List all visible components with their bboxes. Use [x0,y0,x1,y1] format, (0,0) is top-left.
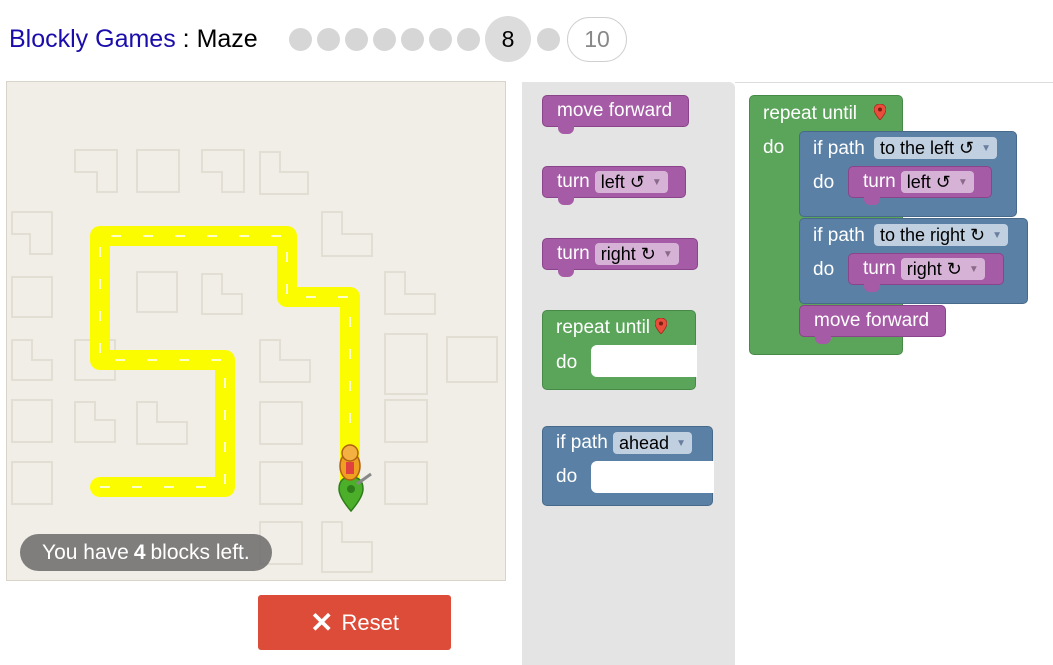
dropdown-value: to the right ↻ [880,224,986,245]
do-label: do [556,466,578,487]
capacity-suffix: blocks left. [150,540,250,564]
dropdown-value: right ↻ [906,258,962,279]
toolbox-repeat-until-block[interactable]: repeat until do [542,310,697,390]
level-dot-2[interactable] [317,27,340,51]
current-level-badge: 8 [485,16,531,62]
turn-label: turn [557,171,590,192]
maze-background-tiles [11,149,498,573]
workspace-turn-right-block[interactable]: turn right ↻ ▼ [848,253,1004,292]
do-label: do [763,137,785,158]
if-path-label: if path [813,225,865,246]
level-dot-4[interactable] [373,27,396,51]
turn-right-dropdown[interactable]: right ↻ ▼ [594,243,679,265]
blocks-left-bubble: You have 4 blocks left. [20,534,272,571]
level-selector: 8 10 [289,16,627,62]
pegman-icon [339,444,361,481]
dropdown-value: left ↺ [600,171,645,192]
if-path-direction-dropdown[interactable]: to the right ↻ ▼ [874,224,1009,246]
move-forward-label: move forward [557,100,673,121]
do-label: do [813,259,835,280]
level-dot-9[interactable] [537,27,560,51]
workspace-top-border [735,82,1053,83]
if-path-direction-dropdown[interactable]: to the left ↺ ▼ [874,137,998,159]
workspace-move-forward-block[interactable]: move forward [799,305,946,344]
dropdown-value: left ↺ [906,171,951,192]
turn-label: turn [863,258,896,279]
turn-label: turn [863,171,896,192]
dropdown-arrow-icon: ▼ [651,176,662,188]
turn-right-dropdown[interactable]: right ↻ ▼ [900,258,985,280]
level-dot-6[interactable] [429,27,452,51]
turn-left-dropdown[interactable]: left ↺ ▼ [900,171,974,193]
toolbox-turn-right-block[interactable]: turn right ↻ ▼ [542,238,698,277]
title-separator: : [175,24,197,53]
if-path-label: if path [556,432,608,453]
maze-svg [11,149,498,573]
dropdown-arrow-icon: ▼ [992,229,1003,241]
do-label: do [556,352,578,373]
toolbox-move-forward-block[interactable]: move forward [542,95,689,134]
dropdown-arrow-icon: ▼ [676,437,686,449]
toolbox-turn-left-block[interactable]: turn left ↺ ▼ [542,166,686,205]
dropdown-arrow-icon: ▼ [957,176,968,188]
dropdown-arrow-icon: ▼ [662,248,673,260]
capacity-prefix: You have [42,540,129,564]
reset-button[interactable]: ✕ Reset [258,595,451,650]
game-name: Maze [196,24,258,53]
level-dot-5[interactable] [401,27,424,51]
do-label: do [813,172,835,193]
capacity-count: 4 [133,540,146,564]
turn-left-dropdown[interactable]: left ↺ ▼ [594,171,668,193]
level-dot-1[interactable] [289,27,312,51]
page-title: Blockly Games : Maze [9,25,258,54]
dropdown-arrow-icon: ▼ [968,263,979,275]
statement-slot [591,345,697,377]
pin-icon [655,318,667,334]
reset-label: Reset [341,609,399,635]
level-dot-3[interactable] [345,27,368,51]
dropdown-arrow-icon: ▼ [981,142,992,154]
header: Blockly Games : Maze [9,16,258,62]
dropdown-value: right ↻ [600,243,656,264]
dropdown-value: ahead [619,432,670,453]
toolbox-if-path-block[interactable]: if path ahead ▼ do [542,426,714,506]
app-link[interactable]: Blockly Games [9,25,176,53]
move-forward-label: move forward [814,310,930,331]
repeat-until-label: repeat until [556,317,651,338]
workspace-turn-left-block[interactable]: turn left ↺ ▼ [848,166,992,205]
statement-slot [591,461,714,493]
goal-marker-icon [338,472,372,513]
turn-label: turn [557,243,590,264]
pin-icon [874,104,886,120]
if-path-direction-dropdown[interactable]: ahead ▼ [613,432,692,454]
dropdown-value: to the left ↺ [880,137,975,158]
level-10-link[interactable]: 10 [567,16,627,62]
level-dot-7[interactable] [457,27,480,51]
maze-board: You have 4 blocks left. [6,81,506,581]
if-path-label: if path [813,138,865,159]
repeat-until-label: repeat until [763,103,858,124]
close-icon: ✕ [310,606,334,638]
